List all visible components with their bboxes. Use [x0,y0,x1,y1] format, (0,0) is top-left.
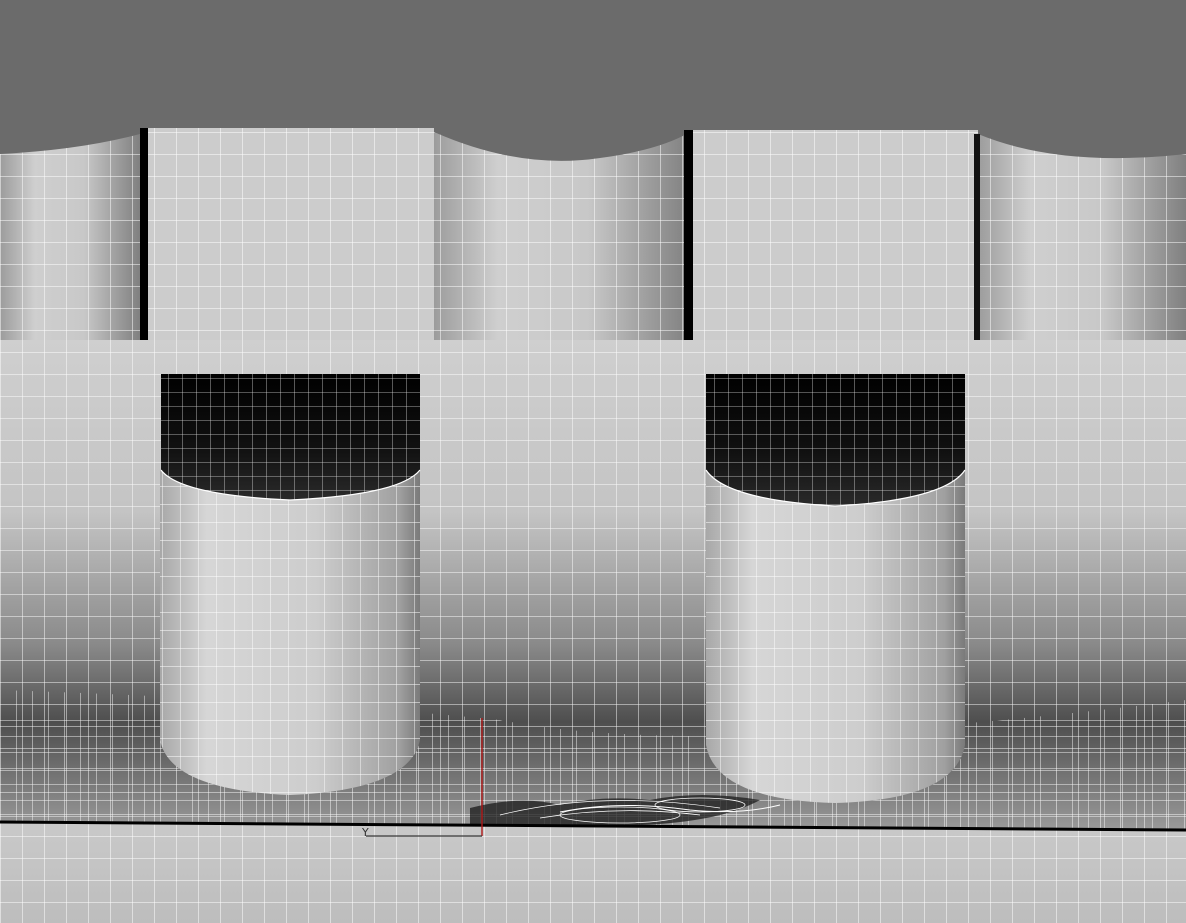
cylinder-right [705,374,966,803]
cylinder-left [160,374,421,795]
front-floor [0,820,1186,923]
mesh-scene: Y [0,0,1186,923]
axis-label: Y [361,826,369,839]
upper-back-wall [0,128,1186,340]
mesh-viewport[interactable]: Y [0,0,1186,923]
